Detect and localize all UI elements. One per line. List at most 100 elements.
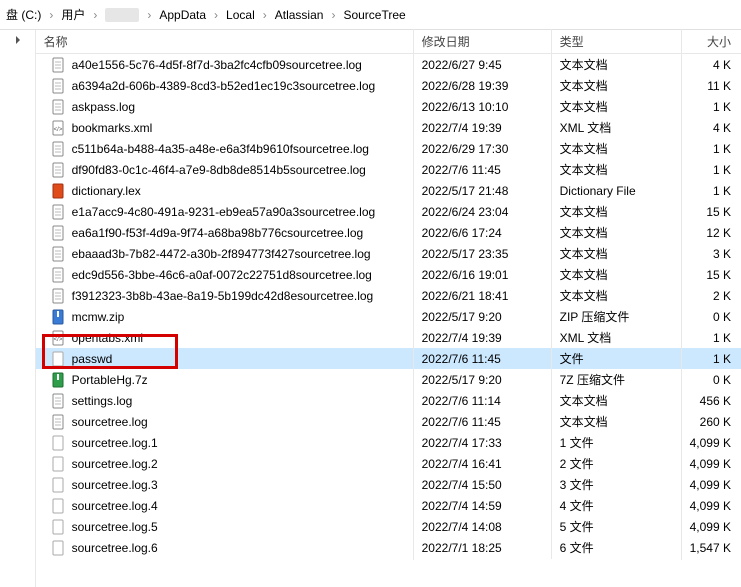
file-date-cell: 2022/7/6 11:45 — [414, 348, 552, 370]
file-date-cell: 2022/7/6 11:14 — [414, 390, 552, 412]
file-size-cell: 1 K — [682, 327, 741, 349]
content-area: 名称 修改日期 类型 大小 a40e1556-5c76-4d5f-8f7d-3b… — [0, 30, 741, 587]
file-size-cell: 15 K — [682, 264, 741, 286]
file-row[interactable]: </>bookmarks.xml2022/7/4 19:39XML 文档4 K — [36, 117, 741, 138]
file-size-cell: 4 K — [682, 117, 741, 139]
svg-text:</>: </> — [53, 337, 62, 343]
tree-pane[interactable] — [0, 30, 36, 587]
generic-file-icon — [50, 540, 66, 556]
file-rows: a40e1556-5c76-4d5f-8f7d-3ba2fc4cfb09sour… — [36, 54, 741, 558]
file-date-cell: 2022/6/21 18:41 — [414, 285, 552, 307]
file-date-cell: 2022/7/6 11:45 — [414, 411, 552, 433]
breadcrumb-item[interactable] — [105, 8, 139, 22]
text-document-icon — [50, 288, 66, 304]
file-row[interactable]: a6394a2d-606b-4389-8cd3-b52ed1ec19c3sour… — [36, 75, 741, 96]
text-document-icon — [50, 78, 66, 94]
generic-file-icon — [50, 519, 66, 535]
breadcrumb-separator-icon: › — [45, 8, 57, 22]
text-document-icon — [50, 393, 66, 409]
file-size-cell: 0 K — [682, 369, 741, 391]
file-date-cell: 2022/6/29 17:30 — [414, 138, 552, 160]
file-date-cell: 2022/5/17 23:35 — [414, 243, 552, 265]
file-row[interactable]: ea6a1f90-f53f-4d9a-9f74-a68ba98b776csour… — [36, 222, 741, 243]
file-row[interactable]: c511b64a-b488-4a35-a48e-e6a3f4b9610fsour… — [36, 138, 741, 159]
zip-archive-icon — [50, 309, 66, 325]
file-row[interactable]: sourcetree.log.42022/7/4 14:594 文件4,099 … — [36, 495, 741, 516]
file-size-cell: 3 K — [682, 243, 741, 265]
column-header-size[interactable]: 大小 — [682, 29, 741, 54]
file-size-cell: 2 K — [682, 285, 741, 307]
file-date-cell: 2022/7/4 16:41 — [414, 453, 552, 475]
file-name-label: sourcetree.log.6 — [72, 541, 158, 555]
breadcrumb-separator-icon: › — [327, 8, 339, 22]
file-date-cell: 2022/7/4 19:39 — [414, 327, 552, 349]
file-row[interactable]: settings.log2022/7/6 11:14文本文档456 K — [36, 390, 741, 411]
file-size-cell: 1 K — [682, 138, 741, 160]
breadcrumb-separator-icon: › — [210, 8, 222, 22]
file-size-cell: 0 K — [682, 306, 741, 328]
file-size-cell: 456 K — [682, 390, 741, 412]
file-row[interactable]: askpass.log2022/6/13 10:10文本文档1 K — [36, 96, 741, 117]
file-row[interactable]: </>opentabs.xml2022/7/4 19:39XML 文档1 K — [36, 327, 741, 348]
file-row[interactable]: sourcetree.log.22022/7/4 16:412 文件4,099 … — [36, 453, 741, 474]
file-date-cell: 2022/7/4 15:50 — [414, 474, 552, 496]
breadcrumb-item[interactable]: Atlassian — [275, 8, 324, 22]
file-date-cell: 2022/6/28 19:39 — [414, 75, 552, 97]
column-header-name[interactable]: 名称 — [36, 29, 414, 54]
breadcrumb-separator-icon: › — [259, 8, 271, 22]
file-date-cell: 2022/5/17 9:20 — [414, 306, 552, 328]
file-row[interactable]: sourcetree.log.12022/7/4 17:331 文件4,099 … — [36, 432, 741, 453]
breadcrumb-item[interactable]: 盘 (C:) — [6, 6, 41, 23]
file-row[interactable]: sourcetree.log2022/7/6 11:45文本文档260 K — [36, 411, 741, 432]
breadcrumb-item[interactable]: SourceTree — [343, 8, 405, 22]
file-date-cell: 2022/6/24 23:04 — [414, 201, 552, 223]
breadcrumb-item[interactable]: 用户 — [61, 6, 85, 23]
breadcrumb-item[interactable]: AppData — [159, 8, 206, 22]
file-row[interactable]: edc9d556-3bbe-46c6-a0af-0072c22751d8sour… — [36, 264, 741, 285]
file-row[interactable]: e1a7acc9-4c80-491a-9231-eb9ea57a90a3sour… — [36, 201, 741, 222]
file-row[interactable]: ebaaad3b-7b82-4472-a30b-2f894773f427sour… — [36, 243, 741, 264]
file-date-cell: 2022/7/4 14:08 — [414, 516, 552, 538]
file-name-label: sourcetree.log — [72, 415, 148, 429]
office-file-icon — [50, 183, 66, 199]
file-row[interactable]: sourcetree.log.52022/7/4 14:085 文件4,099 … — [36, 516, 741, 537]
text-document-icon — [50, 225, 66, 241]
text-document-icon — [50, 204, 66, 220]
breadcrumb[interactable]: 盘 (C:)›用户››AppData›Local›Atlassian›Sourc… — [0, 0, 741, 30]
breadcrumb-item[interactable]: Local — [226, 8, 255, 22]
file-size-cell: 4 K — [682, 54, 741, 76]
file-name-label: bookmarks.xml — [72, 121, 153, 135]
chevron-right-icon[interactable] — [14, 36, 35, 47]
file-row[interactable]: sourcetree.log.62022/7/1 18:256 文件1,547 … — [36, 537, 741, 558]
text-document-icon — [50, 57, 66, 73]
file-row[interactable]: sourcetree.log.32022/7/4 15:503 文件4,099 … — [36, 474, 741, 495]
text-document-icon — [50, 246, 66, 262]
file-row[interactable]: PortableHg.7z2022/5/17 9:207Z 压缩文件0 K — [36, 369, 741, 390]
file-date-cell: 2022/5/17 9:20 — [414, 369, 552, 391]
file-date-cell: 2022/7/4 14:59 — [414, 495, 552, 517]
file-name-label: ea6a1f90-f53f-4d9a-9f74-a68ba98b776csour… — [72, 226, 364, 240]
file-name-label: dictionary.lex — [72, 184, 141, 198]
file-name-label: sourcetree.log.2 — [72, 457, 158, 471]
file-row[interactable]: mcmw.zip2022/5/17 9:20ZIP 压缩文件0 K — [36, 306, 741, 327]
file-row[interactable]: passwd2022/7/6 11:45文件1 K — [36, 348, 741, 369]
file-name-label: settings.log — [72, 394, 133, 408]
breadcrumb-separator-icon: › — [89, 8, 101, 22]
column-header-type[interactable]: 类型 — [552, 29, 682, 54]
generic-file-icon — [50, 477, 66, 493]
file-date-cell: 2022/7/4 19:39 — [414, 117, 552, 139]
file-row[interactable]: a40e1556-5c76-4d5f-8f7d-3ba2fc4cfb09sour… — [36, 54, 741, 75]
file-size-cell: 4,099 K — [682, 495, 741, 517]
text-document-icon — [50, 162, 66, 178]
column-header-date[interactable]: 修改日期 — [414, 29, 552, 54]
file-name-label: df90fd83-0c1c-46f4-a7e9-8db8de8514b5sour… — [72, 163, 366, 177]
file-name-label: sourcetree.log.4 — [72, 499, 158, 513]
file-row[interactable]: dictionary.lex2022/5/17 21:48Dictionary … — [36, 180, 741, 201]
file-row[interactable]: df90fd83-0c1c-46f4-a7e9-8db8de8514b5sour… — [36, 159, 741, 180]
generic-file-icon — [50, 498, 66, 514]
file-type-cell: 6 文件 — [552, 535, 682, 560]
file-name-cell[interactable]: sourcetree.log.6 — [36, 536, 414, 560]
file-name-label: PortableHg.7z — [72, 373, 148, 387]
file-date-cell: 2022/7/1 18:25 — [414, 537, 552, 559]
file-row[interactable]: f3912323-3b8b-43ae-8a19-5b199dc42d8esour… — [36, 285, 741, 306]
